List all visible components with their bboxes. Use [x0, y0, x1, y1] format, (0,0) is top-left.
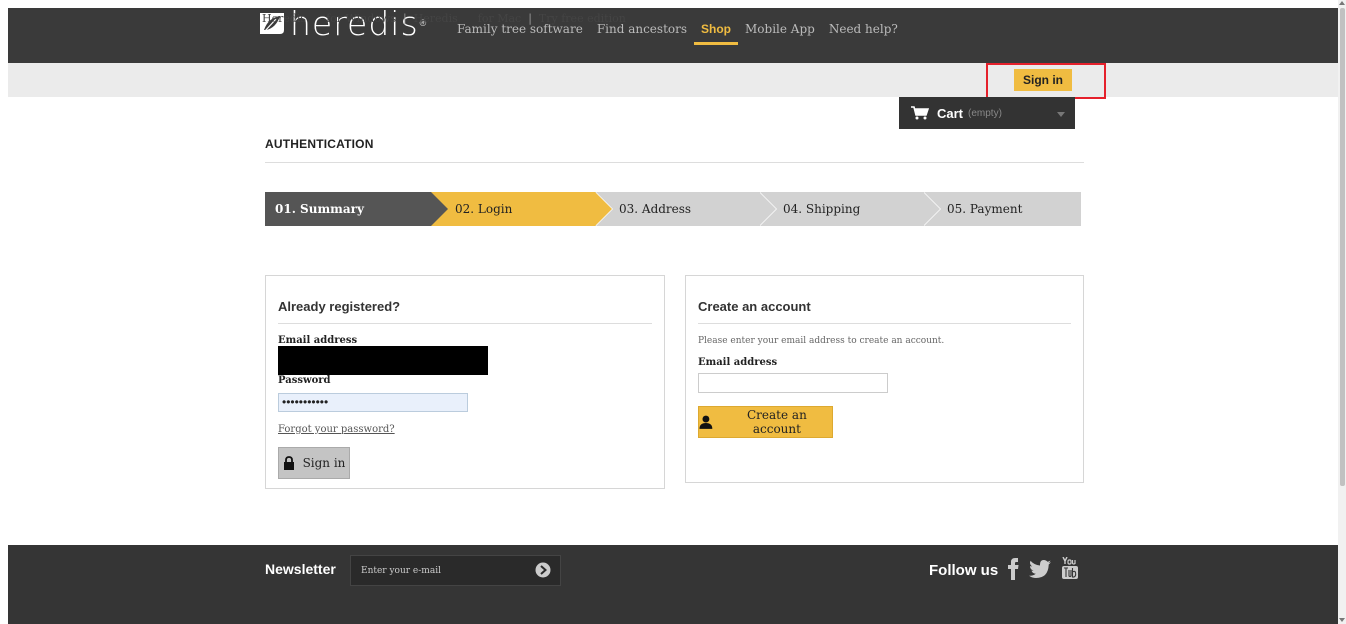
user-icon [699, 415, 713, 429]
register-email-label: Email address [698, 357, 778, 368]
step-label: 02. Login [455, 202, 513, 216]
chevron-down-icon [1057, 112, 1065, 117]
password-label: Password [278, 375, 331, 386]
shopping-cart-icon [911, 106, 929, 120]
divider [698, 323, 1071, 324]
footer [8, 545, 1338, 624]
sub-nav-for-windows[interactable]: for Windows [326, 12, 396, 25]
newsletter-label: Newsletter [265, 561, 336, 577]
register-title: Create an account [698, 299, 811, 314]
step-label: 04. Shipping [783, 202, 861, 216]
nav-need-help[interactable]: Need help? [822, 20, 905, 45]
sub-nav-heredis-mac-brand[interactable]: Heredis [414, 12, 458, 25]
scroll-up-arrow-icon[interactable] [1339, 1, 1345, 5]
login-title: Already registered? [278, 299, 401, 314]
email-label: Email address [278, 335, 358, 346]
forgot-password-link[interactable]: Forgot your password? [278, 424, 395, 435]
separator: | [528, 12, 532, 25]
sub-nav-heredis-windows-brand[interactable]: Heredis [262, 12, 306, 25]
sub-navigation-bar [8, 63, 1338, 97]
sub-nav: Heredis for Windows | Heredis for Mac | … [262, 12, 626, 25]
divider [265, 162, 1084, 163]
register-email-input[interactable] [698, 373, 888, 393]
separator: | [402, 12, 407, 25]
step-arrow [431, 192, 448, 226]
cart-dropdown[interactable]: Cart (empty) [899, 97, 1075, 129]
sub-nav-for-mac[interactable]: for Mac [478, 12, 521, 25]
cart-status: (empty) [968, 107, 1002, 119]
page: heredis ® Family tree software Find ance… [0, 0, 1346, 624]
follow-us-label: Follow us [929, 562, 999, 579]
scrollbar-thumb[interactable] [1340, 8, 1345, 486]
create-account-button[interactable]: Create an account [698, 406, 833, 438]
sign-in-label: Sign in [302, 456, 346, 470]
divider [278, 323, 652, 324]
step-label: 05. Payment [947, 202, 1023, 216]
step-label: 03. Address [619, 202, 692, 216]
step-summary[interactable]: 01. Summary [265, 192, 448, 226]
sub-nav-try-free-edition[interactable]: Try free edition [539, 12, 626, 25]
cart-label: Cart [937, 105, 964, 121]
step-arrow [759, 192, 776, 226]
checkout-steps: 01. Summary 02. Login 03. Address 04. Sh… [265, 192, 1084, 226]
step-address: 03. Address [595, 192, 777, 226]
step-shipping: 04. Shipping [759, 192, 941, 226]
step-payment: 05. Payment [923, 192, 1081, 226]
step-login: 02. Login [431, 192, 613, 226]
step-label: 01. Summary [275, 202, 364, 216]
arrow-right-circle-icon[interactable] [535, 562, 551, 578]
create-account-label: Create an account [747, 408, 807, 436]
youtube-icon[interactable] [1061, 557, 1079, 580]
newsletter-email-input[interactable]: Enter your e-mail [350, 555, 561, 586]
nav-mobile-app[interactable]: Mobile App [738, 20, 822, 45]
password-field[interactable]: ••••••••••• [278, 393, 468, 412]
twitter-icon[interactable] [1029, 560, 1051, 578]
scroll-down-arrow-icon[interactable] [1339, 618, 1345, 622]
email-field-redacted[interactable] [278, 346, 488, 375]
register-instructions: Please enter your email address to creat… [698, 336, 945, 346]
step-arrow [595, 192, 612, 226]
sign-in-button[interactable]: Sign in [278, 447, 350, 479]
header-sign-in-button[interactable]: Sign in [1014, 69, 1072, 91]
lock-icon [283, 456, 294, 470]
facebook-icon[interactable] [1007, 558, 1019, 580]
nav-shop[interactable]: Shop [694, 20, 739, 45]
step-arrow [923, 192, 940, 226]
page-title: AUTHENTICATION [265, 137, 374, 151]
